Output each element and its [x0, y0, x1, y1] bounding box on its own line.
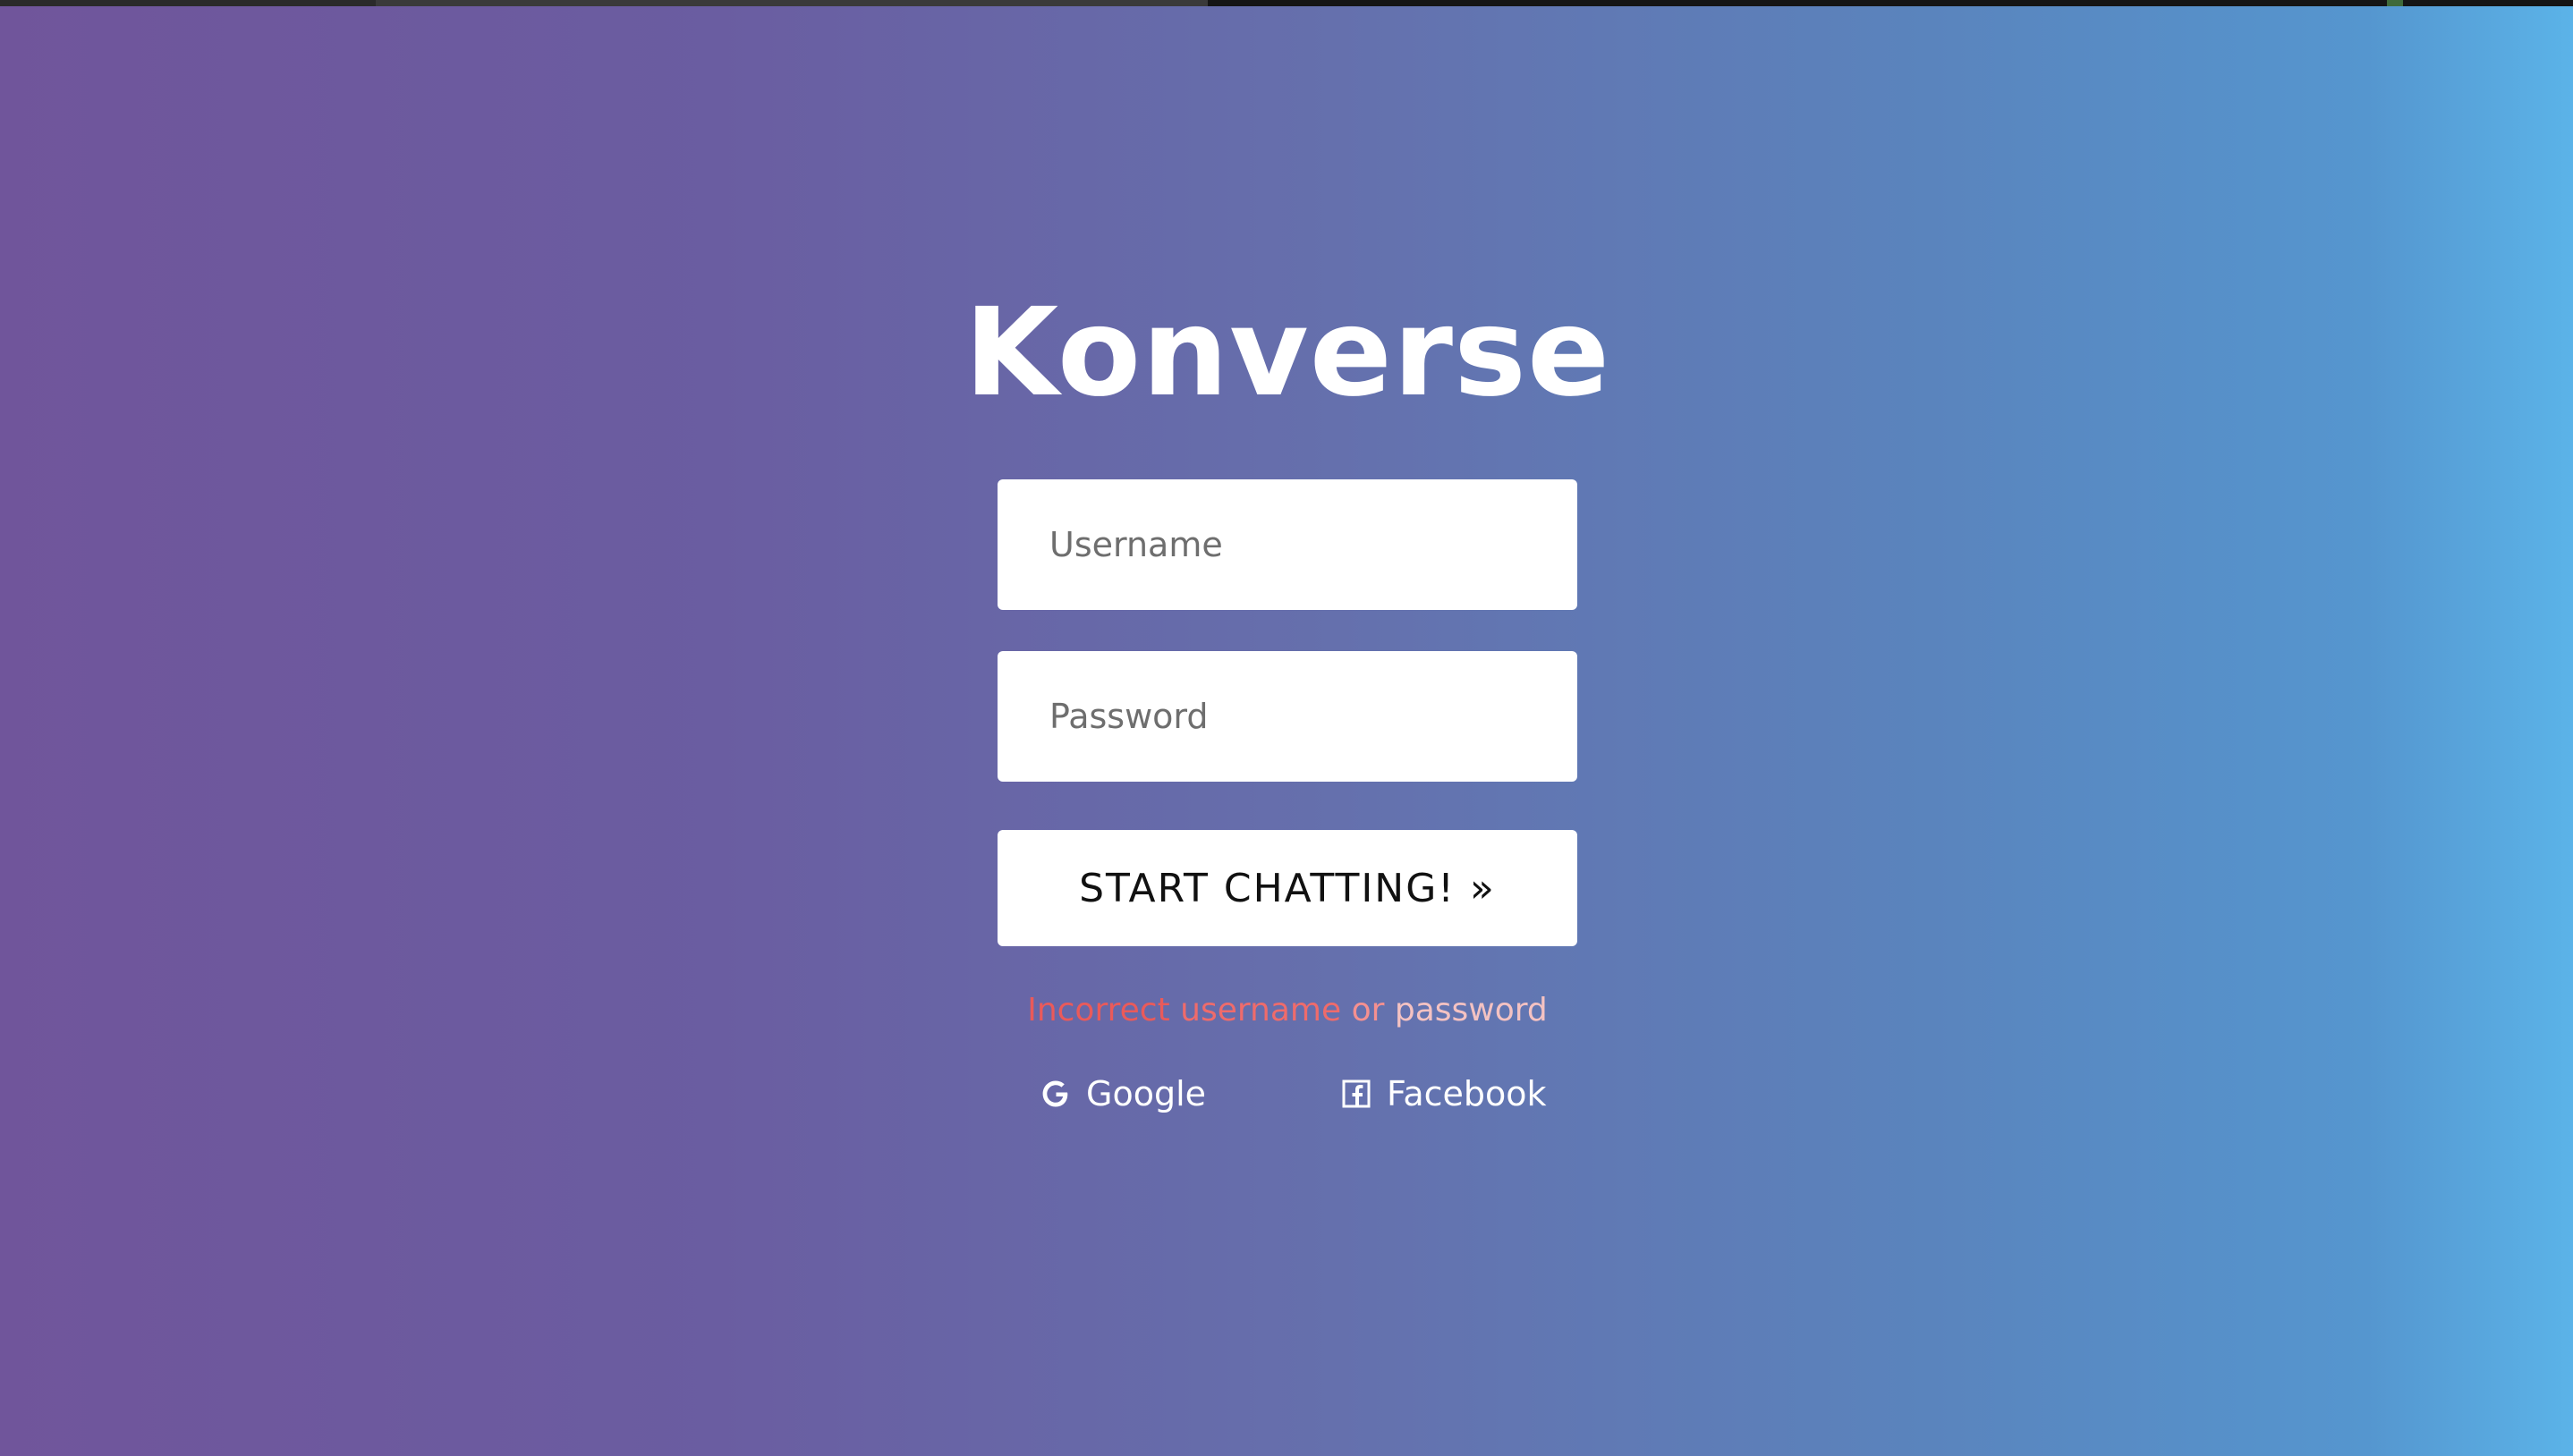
login-screen: Konverse START CHATTING! » Incorrect use…	[0, 0, 2573, 1456]
facebook-label: Facebook	[1387, 1074, 1547, 1113]
error-word: or	[1351, 992, 1385, 1029]
facebook-icon	[1338, 1076, 1374, 1112]
facebook-login-link[interactable]: Facebook	[1338, 1064, 1547, 1123]
google-login-link[interactable]: Google	[1038, 1064, 1206, 1123]
error-word: password	[1394, 992, 1548, 1029]
error-word: Incorrect	[1027, 992, 1170, 1029]
start-chatting-button[interactable]: START CHATTING! »	[998, 830, 1577, 946]
google-icon	[1038, 1076, 1074, 1112]
login-error-message: Incorrect username or password	[966, 982, 1609, 1039]
username-input[interactable]	[998, 479, 1577, 610]
error-word: username	[1180, 992, 1342, 1029]
google-label: Google	[1086, 1074, 1207, 1113]
app-logo-title: Konverse	[964, 283, 1611, 424]
password-input[interactable]	[998, 651, 1577, 782]
